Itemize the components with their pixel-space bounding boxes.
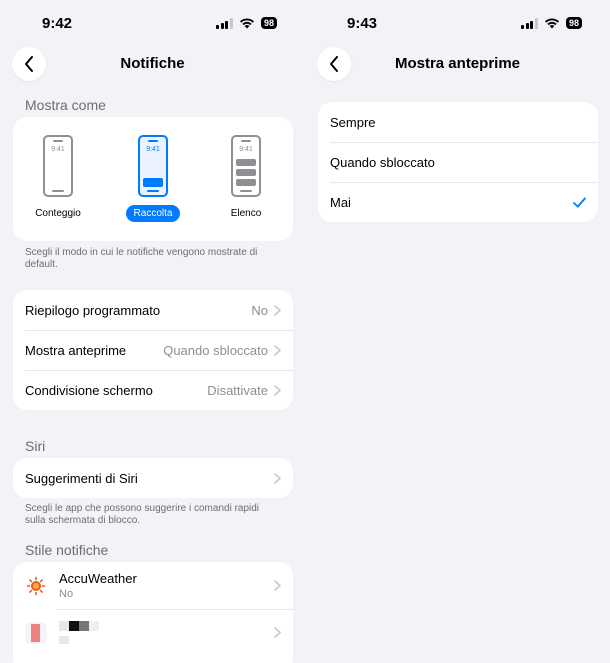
option-always[interactable]: Sempre: [318, 102, 598, 142]
chevron-right-icon: [274, 344, 281, 356]
wifi-icon: [544, 18, 559, 29]
option-never[interactable]: Mai: [318, 182, 598, 222]
option-when-unlocked[interactable]: Quando sbloccato: [318, 142, 598, 182]
option-list[interactable]: 9:41 Elenco: [206, 135, 286, 222]
phone-list-preview: 9:41: [231, 135, 261, 197]
siri-footnote: Scegli le app che possono suggerire i co…: [25, 503, 260, 526]
status-bar: 9:43 98: [305, 0, 610, 46]
accuweather-sun-icon: [25, 575, 47, 597]
preview-options-card: Sempre Quando sbloccato Mai: [318, 102, 598, 222]
status-bar: 9:42 98: [0, 0, 305, 46]
checkmark-icon: [573, 197, 586, 207]
app-list-card: AccuWeather No: [13, 562, 293, 663]
row-show-previews[interactable]: Mostra anteprime Quando sbloccato: [13, 330, 293, 370]
option-list-label: Elenco: [230, 208, 262, 219]
phone-count-preview: 9:41: [43, 135, 73, 197]
row-screen-sharing[interactable]: Condivisione schermo Disattivate: [13, 370, 293, 410]
style-section-header: Stile notifiche: [25, 542, 109, 558]
battery-indicator: 98: [260, 17, 277, 29]
app-status: No: [59, 588, 74, 600]
show-previews-screen: 9:43 98 Mostra anteprime Sempre Quando s…: [305, 0, 610, 663]
display-options-card: 9:41 Conteggio 9:41 Raccolta 9:41 Elenco: [13, 117, 293, 241]
status-time: 9:42: [42, 15, 73, 32]
app-row-obscured[interactable]: [13, 609, 293, 656]
option-stack-label: Raccolta: [125, 205, 181, 222]
app-name: AccuWeather: [59, 571, 137, 586]
phone-stack-preview: 9:41: [138, 135, 168, 197]
siri-section-header: Siri: [25, 438, 46, 454]
app-row-accuweather[interactable]: AccuWeather No: [13, 562, 293, 609]
pixelated-app-name: [59, 621, 274, 631]
pixelated-app-icon: [25, 621, 47, 644]
row-scheduled-summary[interactable]: Riepilogo programmato No: [13, 290, 293, 330]
wifi-icon: [239, 18, 254, 29]
siri-card: Suggerimenti di Siri: [13, 458, 293, 498]
chevron-right-icon: [274, 580, 281, 591]
battery-indicator: 98: [565, 17, 582, 29]
display-footnote: Scegli il modo in cui le notifiche vengo…: [25, 247, 258, 270]
chevron-right-icon: [274, 304, 281, 316]
option-count-label: Conteggio: [35, 208, 81, 219]
settings-card: Riepilogo programmato No Mostra anteprim…: [13, 290, 293, 410]
chevron-right-icon: [274, 627, 281, 638]
page-title: Notifiche: [120, 55, 185, 72]
cellular-signal-icon: [216, 17, 233, 29]
option-stack[interactable]: 9:41 Raccolta: [113, 135, 193, 222]
status-time: 9:43: [347, 15, 378, 32]
chevron-right-icon: [274, 472, 281, 484]
page-title: Mostra anteprime: [394, 55, 521, 72]
cellular-signal-icon: [521, 17, 538, 29]
display-section-header: Mostra come: [25, 97, 106, 113]
row-siri-suggestions[interactable]: Suggerimenti di Siri: [13, 458, 293, 498]
option-count[interactable]: 9:41 Conteggio: [18, 135, 98, 222]
chevron-right-icon: [274, 384, 281, 396]
pixelated-app-status: [59, 636, 69, 644]
notifications-screen: 9:42 98 Notifiche Mostra come 9:41 Conte…: [0, 0, 305, 663]
